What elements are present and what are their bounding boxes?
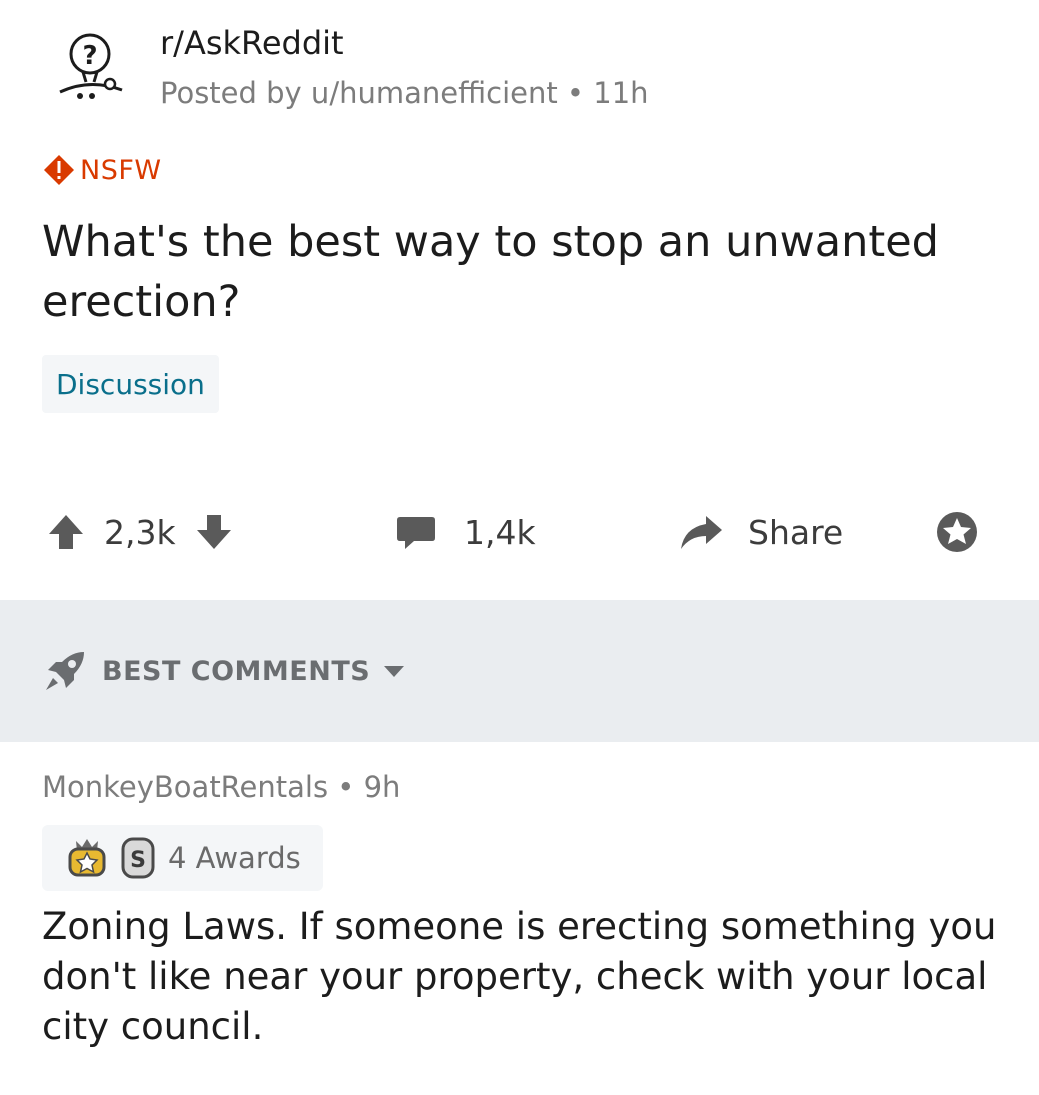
svg-text:?: ? <box>82 41 97 71</box>
nsfw-label: NSFW <box>80 154 162 186</box>
rocket-icon <box>46 652 84 690</box>
share-button[interactable]: Share <box>678 500 843 564</box>
sort-dropdown[interactable]: BEST COMMENTS <box>42 648 406 694</box>
silver-award-icon: S <box>121 837 155 879</box>
post-meta: Posted by u/humanefficient • 11h <box>160 76 649 110</box>
nsfw-tag: NSFW <box>42 152 162 188</box>
post-action-bar: 2,3k 1,4k Share <box>42 500 1002 564</box>
svg-text:S: S <box>130 848 146 873</box>
vote-group: 2,3k <box>46 500 234 564</box>
downvote-arrow-icon[interactable] <box>194 512 234 552</box>
comments-button[interactable]: 1,4k <box>394 500 536 564</box>
post-header: ? r/AskReddit Posted by u/humanefficient… <box>42 18 942 118</box>
subreddit-name[interactable]: r/AskReddit <box>160 24 344 62</box>
upvote-count: 2,3k <box>104 512 176 552</box>
sort-label: BEST COMMENTS <box>102 655 371 687</box>
awards-badge[interactable]: S 4 Awards <box>42 825 323 891</box>
upvote-arrow-icon[interactable] <box>46 512 86 552</box>
comment-count: 1,4k <box>464 512 536 552</box>
awards-label: 4 Awards <box>168 841 301 875</box>
chevron-down-icon <box>384 666 405 677</box>
comment-meta[interactable]: MonkeyBoatRentals • 9h <box>42 770 400 804</box>
post-title[interactable]: What's the best way to stop an unwanted … <box>42 212 1002 332</box>
flair-label: Discussion <box>56 367 205 401</box>
comment-sort-bar: BEST COMMENTS <box>0 600 1039 742</box>
comment-bubble-icon <box>397 517 435 549</box>
share-arrow-icon <box>681 516 722 549</box>
star-icon <box>937 512 977 552</box>
gold-award-icon <box>68 839 106 877</box>
save-button[interactable] <box>934 500 980 564</box>
share-label: Share <box>748 512 844 552</box>
nsfw-diamond-icon <box>44 155 74 185</box>
comment-body: Zoning Laws. If someone is erecting some… <box>42 905 997 1048</box>
askreddit-snoo-icon[interactable]: ? <box>50 26 130 106</box>
post-flair[interactable]: Discussion <box>42 355 219 413</box>
